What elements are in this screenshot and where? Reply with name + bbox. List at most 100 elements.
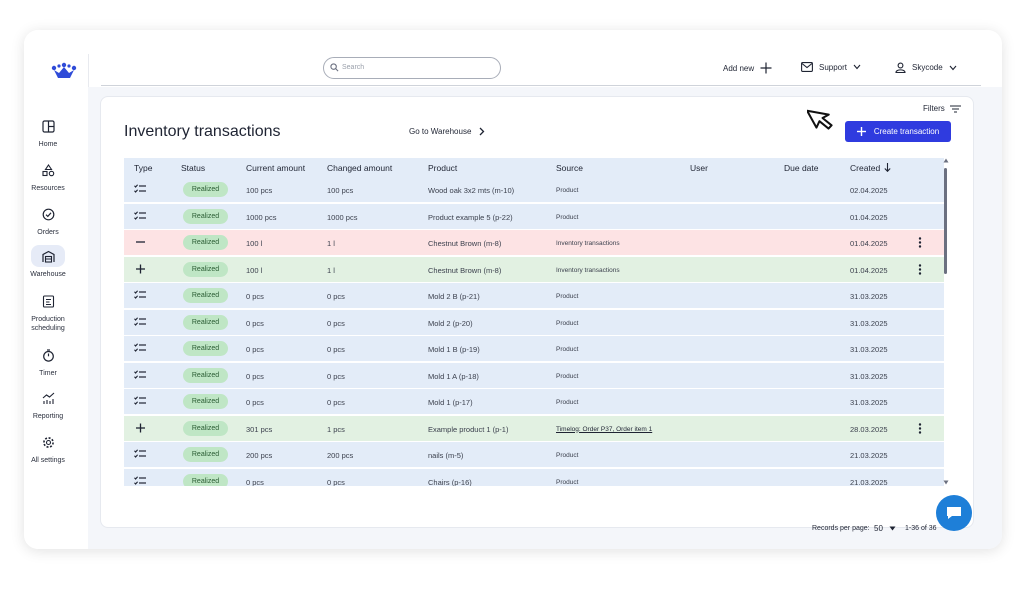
table-header: Type Status Current amount Changed amount Pr…: [124, 158, 944, 177]
table-row[interactable]: Realized 0 pcs 0 pcs Mold 2 (p-20) Product 31…: [124, 309, 944, 336]
created-cell: 31.03.2025: [850, 292, 888, 301]
table-row[interactable]: Realized 0 pcs 0 pcs Mold 2 B (p-21) Product…: [124, 283, 944, 309]
changed-amount-cell: 0 pcs: [327, 318, 345, 328]
table-row[interactable]: Realized 200 pcs 200 pcs nails (m-5) Product…: [124, 442, 944, 468]
source-cell: Product: [556, 452, 579, 459]
product-cell: Mold 1 A (p-18): [428, 371, 479, 381]
changed-amount-cell: 1 l: [327, 239, 335, 248]
status-badge: Realized: [183, 261, 228, 277]
search-input[interactable]: Search: [323, 57, 501, 79]
status-badge: Realized: [183, 394, 228, 409]
scroll-thumb[interactable]: [944, 168, 947, 274]
sidebar-item-resources[interactable]: Resources: [8, 159, 88, 193]
more-options-icon[interactable]: [918, 237, 922, 250]
sidebar-item-home[interactable]: Home: [8, 115, 88, 149]
current-amount-cell: 0 pcs: [246, 345, 264, 354]
scroll-up-icon[interactable]: [943, 158, 949, 163]
created-cell: 01.04.2025: [850, 212, 888, 222]
table-row[interactable]: Realized 0 pcs 0 pcs Mold 1 (p-17) Product 31…: [124, 389, 944, 415]
checklist-icon: [134, 316, 147, 329]
chevron-right-icon: [479, 127, 485, 136]
column-header-created[interactable]: Created: [850, 163, 880, 173]
column-header-source[interactable]: Source: [556, 163, 583, 173]
current-amount-cell: 0 pcs: [246, 398, 264, 407]
go-to-warehouse-link[interactable]: Go to Warehouse: [409, 127, 485, 136]
table-row[interactable]: Realized 0 pcs 0 pcs Mold 1 B (p-19) Product…: [124, 336, 944, 362]
current-amount-cell: 0 pcs: [246, 318, 264, 328]
sidebar-item-all-settings[interactable]: All settings: [8, 431, 88, 465]
chat-button[interactable]: [936, 495, 972, 531]
current-amount-cell: 301 pcs: [246, 424, 273, 434]
plus-icon: [856, 127, 866, 136]
source-link[interactable]: Timelog: Order P37, Order item 1: [556, 426, 652, 433]
support-menu[interactable]: Support: [801, 62, 861, 72]
add-new-button[interactable]: Add new: [723, 62, 772, 74]
changed-amount-cell: 0 pcs: [327, 371, 345, 381]
checklist-icon: [134, 449, 147, 461]
changed-amount-cell: 200 pcs: [327, 451, 354, 460]
sidebar-item-timer[interactable]: Timer: [8, 344, 88, 378]
table-scrollbar[interactable]: [943, 158, 949, 486]
chevron-down-icon: [949, 65, 957, 70]
table-row[interactable]: Realized 100 l 1 l Chestnut Brown (m-8) Inve…: [124, 256, 944, 283]
add-new-label: Add new: [723, 63, 755, 73]
table-row[interactable]: Realized 301 pcs 1 pcs Example product 1 (p…: [124, 415, 944, 442]
records-per-page-select[interactable]: 50: [874, 524, 896, 533]
page-title: Inventory transactions: [124, 123, 281, 140]
plus-icon: [134, 423, 147, 435]
changed-amount-cell: 0 pcs: [327, 292, 345, 301]
column-header-current-amount[interactable]: Current amount: [246, 163, 305, 173]
column-header-type[interactable]: Type: [134, 163, 152, 173]
column-header-status[interactable]: Status: [181, 163, 205, 173]
current-amount-cell: 0 pcs: [246, 477, 264, 487]
status-badge: Realized: [183, 208, 228, 224]
column-header-due-date[interactable]: Due date: [784, 163, 819, 173]
mail-icon: [801, 62, 813, 72]
sidebar-item-label: Resources: [31, 185, 65, 192]
product-cell: Mold 1 B (p-19): [428, 345, 480, 354]
checklist-icon: [134, 475, 147, 487]
resources-icon: [31, 159, 65, 181]
created-cell: 31.03.2025: [850, 398, 888, 407]
source-cell: Product: [556, 187, 579, 194]
sidebar-item-label: All settings: [31, 457, 65, 464]
source-cell: Product: [556, 372, 579, 380]
column-header-changed-amount[interactable]: Changed amount: [327, 163, 392, 173]
more-options-icon[interactable]: [918, 422, 922, 436]
table-row[interactable]: Realized 100 l 1 l Chestnut Brown (m-8) Inve…: [124, 230, 944, 256]
checklist-icon: [134, 184, 147, 196]
created-cell: 31.03.2025: [850, 318, 888, 328]
checklist-icon: [134, 343, 147, 355]
records-per-page-value: 50: [874, 524, 883, 533]
sidebar-item-warehouse[interactable]: Warehouse: [8, 245, 88, 279]
current-amount-cell: 200 pcs: [246, 451, 273, 460]
checklist-icon: [134, 369, 147, 382]
sidebar-item-production-scheduling[interactable]: Production scheduling: [8, 290, 88, 333]
more-options-icon[interactable]: [918, 263, 922, 277]
changed-amount-cell: 100 pcs: [327, 186, 354, 195]
changed-amount-cell: 0 pcs: [327, 477, 345, 487]
logo-icon[interactable]: [51, 62, 77, 80]
filters-button[interactable]: Filters: [923, 104, 961, 113]
product-cell: nails (m-5): [428, 451, 464, 460]
product-cell: Example product 1 (p-1): [428, 424, 509, 434]
scroll-down-icon[interactable]: [943, 480, 949, 485]
source-cell: Product: [556, 213, 579, 221]
table-row[interactable]: Realized 0 pcs 0 pcs Chairs (p-16) Product 21…: [124, 468, 944, 487]
chevron-down-icon: [853, 64, 861, 70]
sort-arrow-down-icon[interactable]: [884, 163, 891, 174]
column-header-user[interactable]: User: [690, 163, 708, 173]
status-badge: Realized: [183, 367, 228, 383]
table-row[interactable]: Realized 1000 pcs 1000 pcs Product example …: [124, 203, 944, 230]
user-menu[interactable]: Skycode: [895, 62, 957, 73]
checklist-icon: [134, 396, 147, 408]
product-cell: Chairs (p-16): [428, 477, 472, 487]
sidebar-item-reporting[interactable]: Reporting: [8, 387, 88, 421]
status-badge: Realized: [183, 182, 228, 197]
column-header-product[interactable]: Product: [428, 163, 457, 173]
sidebar-item-orders[interactable]: Orders: [8, 203, 88, 237]
sidebar-item-label: Timer: [39, 370, 57, 377]
table-row[interactable]: Realized 100 pcs 100 pcs Wood oak 3x2 mts (…: [124, 177, 944, 203]
table-row[interactable]: Realized 0 pcs 0 pcs Mold 1 A (p-18) Product…: [124, 362, 944, 389]
create-transaction-button[interactable]: Create transaction: [845, 121, 951, 142]
